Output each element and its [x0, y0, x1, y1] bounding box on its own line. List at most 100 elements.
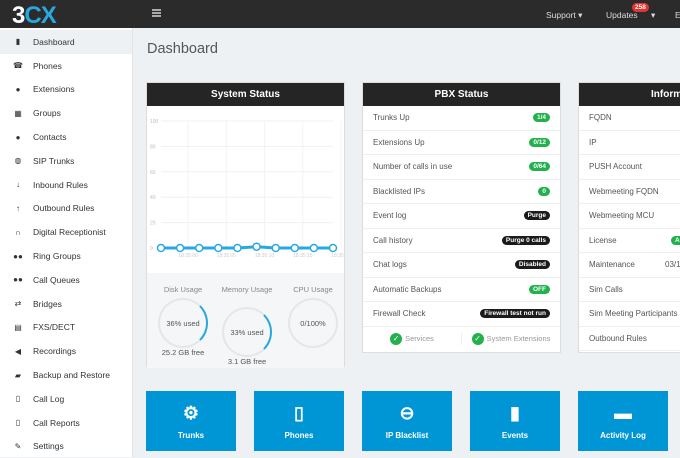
status-badge[interactable]: Purge: [523, 211, 550, 221]
x-tick-label: 18:35:05: [217, 253, 237, 259]
information-row: Sim Calls: [579, 278, 680, 302]
user-menu[interactable]: E: [675, 10, 680, 20]
information-row: Maintenance 03/11: [579, 253, 680, 278]
pbx-status-row: Trunks Up 1/4: [363, 106, 560, 131]
services-link[interactable]: ✓ Services: [363, 332, 462, 345]
gauge-label: CPU Usage: [293, 285, 333, 294]
sidebar-item-label: Groups: [33, 108, 61, 119]
pbx-status-row: Number of calls in use 0/64: [363, 155, 560, 180]
sidebar-item-outbound-rules[interactable]: ↑ Outbound Rules: [0, 197, 132, 221]
row-label: License: [589, 235, 617, 245]
row-label: Firewall Check: [373, 309, 426, 319]
pbx-status-row: Blacklisted IPs 0: [363, 180, 560, 204]
row-label: Maintenance: [589, 260, 635, 270]
hard-drive-icon: ▬: [614, 403, 632, 423]
system-extensions-label: System Extensions: [486, 333, 551, 343]
information-row: Sim Meeting Participants: [579, 302, 680, 327]
updates-menu[interactable]: Updates: [606, 10, 638, 20]
status-badge[interactable]: Disabled: [514, 260, 550, 270]
data-point: [271, 243, 280, 253]
tile-label: Trunks: [177, 431, 205, 440]
row-value: 03/11: [665, 260, 680, 270]
row-label: Outbound Rules: [589, 333, 647, 343]
sidebar-item-ring-groups[interactable]: ●● Ring Groups: [0, 244, 132, 268]
sidebar-item-label: SIP Trunks: [33, 155, 75, 166]
pbx-status-row: Firewall Check Firewall test not run: [363, 302, 560, 327]
tile-activity-log[interactable]: ▬ Activity Log: [578, 391, 668, 451]
contact-icon: ●: [15, 132, 21, 142]
system-extensions-link[interactable]: ✓ System Extensions: [462, 332, 560, 345]
sidebar-item-label: Bridges: [33, 298, 62, 309]
hamburger-menu-icon[interactable]: [152, 9, 161, 17]
pbx-status-row: Call history Purge 0 calls: [363, 229, 560, 253]
tile-label: IP Blacklist: [385, 431, 429, 440]
arrow-up-icon: ↑: [16, 203, 20, 213]
row-label: Webmeeting FQDN: [589, 186, 659, 196]
data-point: [290, 243, 300, 253]
page-title: Dashboard: [147, 41, 218, 57]
sidebar-item-label: Outbound Rules: [33, 203, 95, 214]
status-badge[interactable]: Purge 0 calls: [501, 235, 550, 245]
sidebar-item-label: Digital Receptionist: [33, 227, 106, 238]
tile-events[interactable]: ▮ Events: [470, 391, 560, 451]
sidebar-item-extensions[interactable]: ● Extensions: [0, 78, 132, 102]
data-point: [309, 243, 319, 253]
sidebar-item-digital-receptionist[interactable]: ∩ Digital Receptionist: [0, 220, 132, 244]
sidebar-item-call-reports[interactable]: ▯ Call Reports: [0, 411, 132, 435]
sidebar-item-phones[interactable]: ☎ Phones: [0, 54, 132, 78]
top-bar: 3CX Support ▾ Updates 258 ▾ E: [0, 0, 680, 30]
wrench-icon: ✎: [14, 441, 22, 451]
row-label: PUSH Account: [589, 162, 642, 172]
sidebar-item-fxs-dect[interactable]: ▤ FXS/DECT: [0, 316, 132, 340]
x-tick-label: 18:35:20: [331, 253, 344, 259]
sidebar-item-call-queues[interactable]: ●● Call Queues: [0, 268, 132, 292]
information-row: Outbound Rules: [579, 327, 680, 351]
status-badge[interactable]: Firewall test not run: [480, 309, 550, 319]
row-label: Trunks Up: [373, 113, 410, 123]
tile-ip-blacklist[interactable]: ⊖ IP Blacklist: [362, 391, 452, 451]
information-row: Webmeeting FQDN: [579, 180, 680, 204]
pbx-status-panel: PBX Status Trunks Up 1/4 Extensions Up 0/12…: [362, 82, 561, 353]
information-row: FQDN: [579, 106, 680, 131]
updates-badge: 258: [632, 3, 649, 12]
row-label: Call history: [373, 235, 413, 245]
updates-caret-icon[interactable]: ▾: [651, 10, 655, 21]
status-badge: 0/64: [529, 162, 550, 172]
arrow-down-icon: ↓: [16, 180, 20, 190]
memory-usage-gauge: Memory Usage 33% used 3.1 GB free: [219, 285, 275, 366]
sidebar-item-call-log[interactable]: ▯ Call Log: [0, 387, 132, 411]
sidebar-item-contacts[interactable]: ● Contacts: [0, 125, 132, 149]
gauges: Disk Usage 36% used 25.2 GB free Memory …: [147, 273, 344, 368]
gauge-sub: 25.2 GB free: [161, 348, 205, 357]
sidebar-item-settings[interactable]: ✎ Settings: [0, 435, 132, 458]
pbx-status-row: Extensions Up 0/12: [363, 131, 560, 155]
disk-usage-gauge: Disk Usage 36% used 25.2 GB free: [155, 285, 211, 357]
sidebar-item-bridges[interactable]: ⇄ Bridges: [0, 292, 132, 316]
row-label: Extensions Up: [373, 137, 425, 147]
logo[interactable]: 3CX: [12, 2, 57, 30]
sidebar-item-inbound-rules[interactable]: ↓ Inbound Rules: [0, 173, 132, 197]
sidebar-item-groups[interactable]: ▦ Groups: [0, 101, 132, 125]
tile-trunks[interactable]: ⚙ Trunks: [146, 391, 236, 451]
cpu-usage-gauge: CPU Usage 0/100%: [285, 285, 341, 348]
sidebar-item-sip-trunks[interactable]: ◍ SIP Trunks: [0, 149, 132, 173]
gauge-sub: 3.1 GB free: [227, 357, 267, 366]
sidebar-item-recordings[interactable]: ◀ Recordings: [0, 339, 132, 363]
sidebar-item-label: Inbound Rules: [33, 179, 88, 190]
sidebar-item-label: Dashboard: [33, 36, 75, 47]
sidebar-item-backup-and-restore[interactable]: ▰ Backup and Restore: [0, 363, 132, 387]
row-label: Automatic Backups: [373, 284, 442, 294]
support-menu[interactable]: Support ▾: [546, 10, 582, 21]
users-icon: ●●: [13, 275, 23, 285]
gauge-ring: 36% used: [158, 298, 208, 348]
sidebar-item-label: Settings: [33, 441, 64, 452]
information-row: License Ac: [579, 229, 680, 253]
sidebar-item-dashboard[interactable]: ▮ Dashboard: [0, 30, 132, 54]
sidebar: ▮ Dashboard ☎ Phones ● Extensions ▦ Groups ● Cont…: [0, 28, 133, 457]
gauge-value: 36% used: [166, 318, 200, 328]
tile-label: Activity Log: [600, 431, 646, 440]
tile-phones[interactable]: ▯ Phones: [254, 391, 344, 451]
gauge-label: Memory Usage: [221, 285, 273, 294]
y-tick-label: 20: [150, 221, 156, 227]
status-badge: 1/4: [532, 113, 550, 123]
